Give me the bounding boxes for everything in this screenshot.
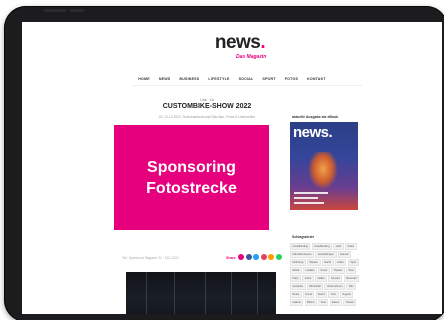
tag-link[interactable]: Event [315, 290, 328, 298]
sponsoring-promo-banner[interactable]: Sponsoring Fotostrecke [114, 125, 269, 230]
photo-light-stripe [205, 272, 206, 314]
share-buttons [238, 254, 282, 260]
tag-link[interactable]: Fest [318, 298, 329, 306]
photo-light-stripe [257, 272, 258, 314]
tag-link[interactable]: Nacht [321, 258, 334, 266]
tag-cloud: crowdfunding crowdfunding cash Clubs Fahrrad… [290, 243, 360, 306]
share-rss-icon[interactable] [268, 254, 274, 260]
tag-link[interactable]: Bühne [304, 298, 318, 306]
tablet-button-top-left [44, 9, 66, 12]
cover-headline-line [294, 202, 324, 204]
share-meta-text: Teil, Spannend Magazin 21 · 122.2022 [122, 256, 179, 260]
tag-link[interactable]: Fahrradmuseum [290, 250, 315, 258]
logo-dot: . [260, 32, 266, 53]
tag-link[interactable]: Jugend [339, 290, 354, 298]
share-email-icon[interactable] [238, 254, 244, 260]
tag-link[interactable]: Wissen [307, 258, 321, 266]
tag-link[interactable]: Essen [329, 298, 342, 306]
tag-link[interactable]: Kultur [334, 258, 347, 266]
main-navigation: HOME NEWS BUSINESS LIFESTYLE SOCIAL SPOR… [22, 77, 442, 81]
site-tagline: Das Magazin [236, 54, 267, 60]
tablet-button-top [70, 9, 84, 12]
tag-link[interactable]: Gewerbe [290, 282, 306, 290]
tag-link[interactable]: Film [346, 282, 357, 290]
tag-link[interactable]: Ausstellungen [315, 250, 337, 258]
share-facebook-icon[interactable] [245, 254, 252, 260]
tag-link[interactable]: Heimat [337, 250, 351, 258]
photo-light-stripe [174, 272, 175, 314]
share-row: Teil, Spannend Magazin 21 · 122.2022 Sha… [122, 254, 284, 262]
tag-link[interactable]: Motorrad [343, 274, 360, 282]
tag-link[interactable]: Fest [346, 266, 357, 274]
article-category[interactable]: Link · 1A [132, 98, 282, 102]
site-logo[interactable]: news. [200, 32, 280, 54]
article-title: CUSTOMBIKE-SHOW 2022 [162, 103, 252, 110]
nav-item-kontakt[interactable]: KONTAKT [307, 77, 326, 81]
tag-link[interactable]: Kunst [302, 290, 315, 298]
logo-word: news [214, 32, 261, 53]
tag-link[interactable]: Musik [290, 266, 302, 274]
article-meta: 20. 12.12.2022, Nimiceantsconcept Star B… [158, 115, 256, 119]
photo-light-stripe [146, 272, 147, 314]
tablet-screen: news. Das Magazin HOME NEWS BUSINESS LIF… [22, 22, 442, 314]
tag-link[interactable]: crowdfunding [290, 243, 311, 250]
nav-divider [132, 85, 362, 86]
tag-link[interactable]: Fotos [302, 274, 314, 282]
nav-item-fotos[interactable]: FOTOS [285, 77, 298, 81]
cover-headline-line [294, 197, 318, 199]
tag-link[interactable]: Kunst [318, 266, 330, 274]
tag-link[interactable]: Theater [330, 266, 345, 274]
tag-link[interactable]: Galerie [290, 298, 304, 306]
cover-logo: news. [293, 124, 333, 141]
share-label: Share [226, 256, 236, 260]
cover-headline-line [294, 192, 328, 194]
nav-item-business[interactable]: BUSINESS [179, 77, 199, 81]
magazine-cover[interactable]: news. [290, 122, 358, 210]
nav-item-home[interactable]: HOME [138, 77, 150, 81]
tag-link[interactable]: cash [333, 243, 344, 250]
nav-item-news[interactable]: NEWS [159, 77, 171, 81]
nav-item-social[interactable]: SOCIAL [239, 77, 254, 81]
tag-link[interactable]: Trinken [342, 298, 357, 306]
tag-link[interactable]: Sport [347, 258, 359, 266]
tag-link[interactable]: Clubs [344, 243, 357, 250]
tag-link[interactable]: Konzert [328, 274, 343, 282]
tag-link[interactable]: Hallen [314, 274, 328, 282]
tag-link[interactable]: Wirtschaft [306, 282, 324, 290]
ebook-label: aktuelle Ausgabe als eBook [292, 115, 339, 119]
tag-link[interactable]: Tour [328, 290, 339, 298]
share-instagram-icon[interactable] [260, 254, 267, 260]
tag-link[interactable]: Party [290, 274, 302, 282]
photo-light-stripe [231, 272, 232, 314]
tag-link[interactable]: Nürnberg [290, 258, 306, 266]
share-twitter-icon[interactable] [253, 254, 259, 260]
tablet-device-frame: news. Das Magazin HOME NEWS BUSINESS LIF… [4, 6, 444, 320]
tag-link[interactable]: crowdfunding [311, 243, 333, 250]
nav-item-lifestyle[interactable]: LIFESTYLE [208, 77, 229, 81]
article-photo[interactable] [126, 272, 276, 314]
tag-link[interactable]: Unternehmen [324, 282, 346, 290]
tag-link[interactable]: Lokales [302, 266, 317, 274]
share-whatsapp-icon[interactable] [275, 254, 282, 260]
promo-line-1: Sponsoring [147, 158, 236, 176]
nav-item-sport[interactable]: SPORT [262, 77, 275, 81]
promo-line-2: Fotostrecke [146, 179, 237, 197]
cover-figure [308, 152, 338, 190]
tag-cloud-heading: Schlagwörter [292, 235, 315, 239]
tag-link[interactable]: Reise [290, 290, 302, 298]
